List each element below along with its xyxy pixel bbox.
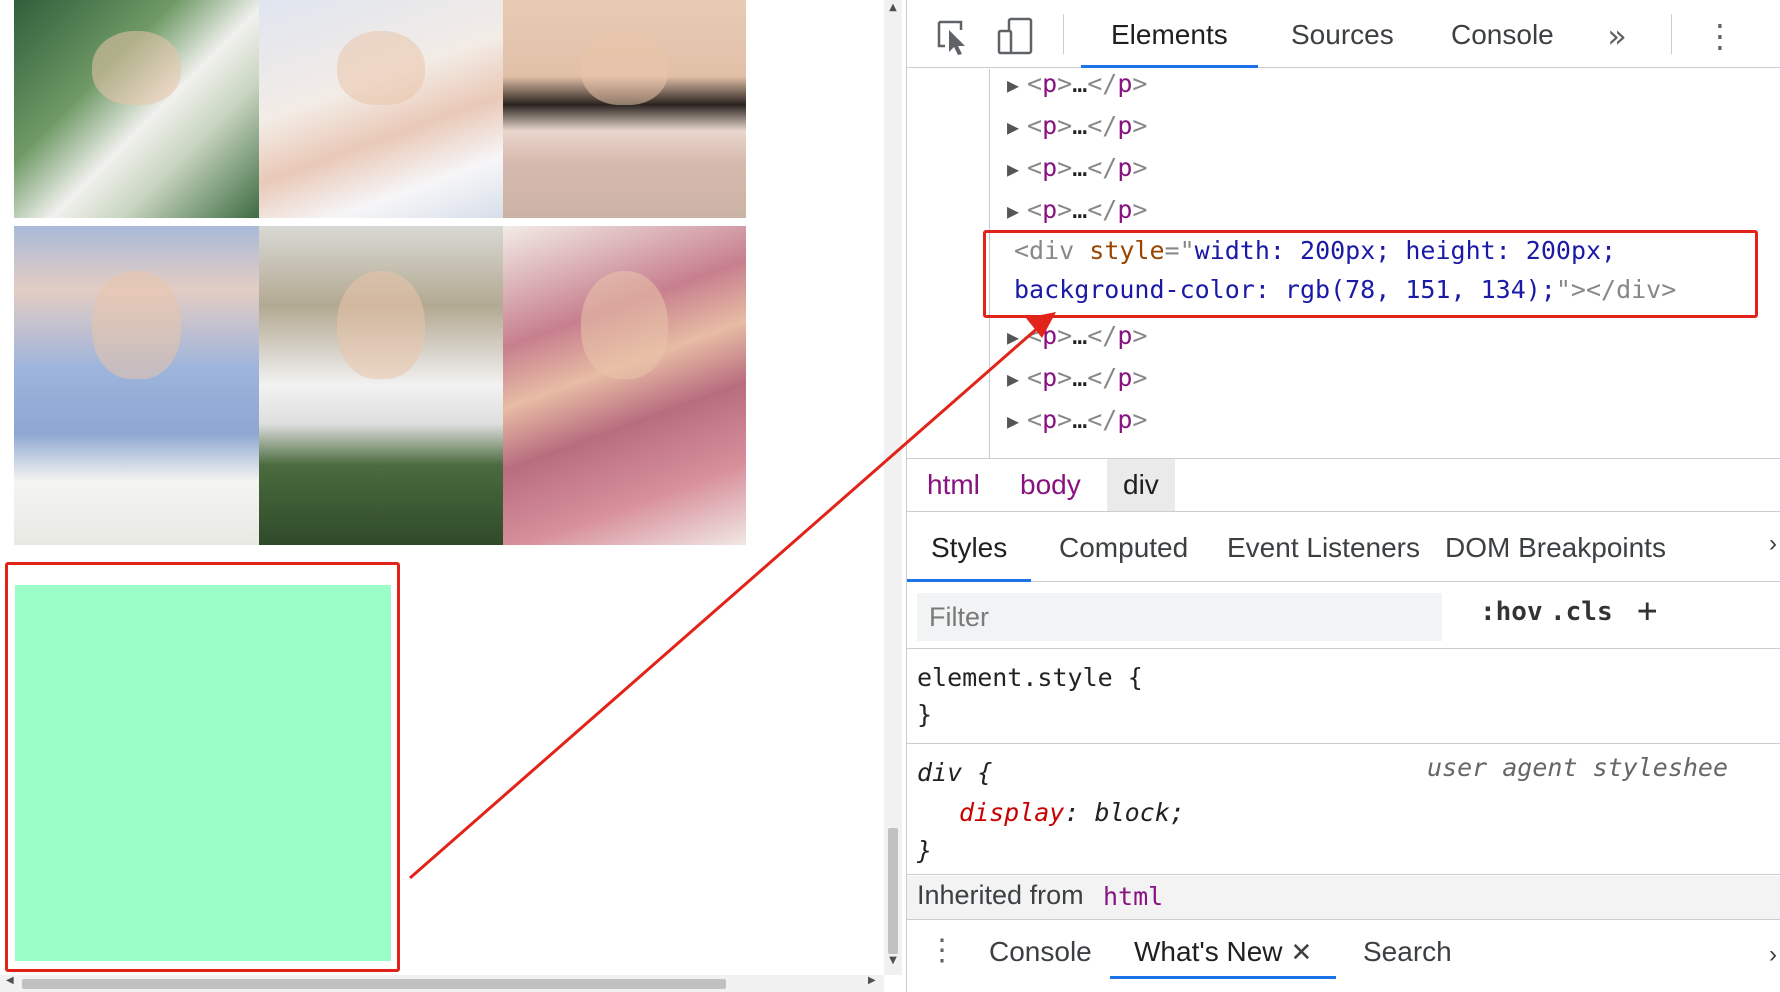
css-property-name[interactable]: display: [959, 798, 1064, 827]
div-user-agent-rule[interactable]: div { user agent styleshee display: bloc…: [907, 745, 1780, 875]
vertical-dots-icon[interactable]: ⋮: [1700, 16, 1740, 56]
drawer-tab-console[interactable]: Console: [965, 929, 1116, 979]
tab-dom-breakpoints[interactable]: DOM Breakpoints: [1421, 520, 1690, 582]
photo-3: [503, 0, 746, 218]
drawer-tab-search[interactable]: Search: [1339, 929, 1476, 979]
tree-node-p[interactable]: ▶ <p>…</p>: [1007, 105, 1147, 147]
rule-selector: element.style {: [917, 663, 1143, 692]
highlight-outline: [983, 230, 1758, 318]
photo-1: [14, 0, 259, 218]
scrollbar-thumb[interactable]: [888, 828, 898, 954]
tree-node-p[interactable]: ▶ <p>…</p>: [1007, 189, 1147, 231]
tree-node-p[interactable]: ▶ <p>…</p>: [1007, 147, 1147, 189]
scrollbar-thumb[interactable]: [22, 979, 726, 989]
filter-input[interactable]: [917, 593, 1442, 641]
devtools-drawer: ⋮ Console What's New ✕ Search ›: [907, 921, 1780, 992]
close-icon[interactable]: ✕: [1291, 937, 1313, 967]
page-vertical-scrollbar[interactable]: ▲ ▼: [884, 0, 902, 975]
photo-2: [259, 0, 503, 218]
rule-close-brace: }: [917, 836, 933, 865]
devtools-toolbar: Elements Sources Console » ⋮: [907, 0, 1780, 68]
drawer-tab-whats-new[interactable]: What's New ✕: [1110, 929, 1337, 979]
tab-styles[interactable]: Styles: [907, 520, 1032, 582]
scroll-down-icon[interactable]: ▼: [884, 955, 902, 966]
tab-computed[interactable]: Computed: [1035, 520, 1212, 582]
scroll-up-icon[interactable]: ▲: [884, 2, 902, 13]
inherited-label: Inherited from: [917, 880, 1084, 910]
photo-5: [259, 226, 503, 545]
chevron-right-icon[interactable]: ›: [1769, 530, 1777, 558]
tree-node-p[interactable]: ▶ <p>…</p>: [1007, 315, 1147, 357]
tree-node-p[interactable]: ▶ <p>…</p>: [1007, 357, 1147, 399]
tab-sources[interactable]: Sources: [1261, 14, 1424, 68]
cursor-arrow-icon[interactable]: [931, 16, 971, 56]
photo-6: [503, 226, 746, 545]
element-style-rule[interactable]: element.style { }: [907, 650, 1780, 744]
device-toggle-icon[interactable]: [995, 16, 1035, 56]
expand-triangle-icon[interactable]: ▶: [1007, 148, 1027, 190]
elements-tree: ▶ <p>…</p> ▶ <p>…</p> ▶ <p>…</p> ▶ <p>…</p> …: [907, 69, 1780, 458]
hov-button[interactable]: :hov: [1480, 597, 1543, 627]
styles-filter-bar: :hov .cls +: [907, 583, 1780, 649]
inherited-tag-link[interactable]: html: [1103, 882, 1163, 911]
styles-subtabs: Styles Computed Event Listeners DOM Brea…: [907, 512, 1780, 582]
vertical-dots-icon[interactable]: ⋮: [927, 933, 957, 968]
tab-elements[interactable]: Elements: [1081, 14, 1258, 68]
highlight-outline: [5, 562, 400, 972]
toolbar-divider: [1063, 14, 1064, 54]
expand-triangle-icon[interactable]: ▶: [1007, 190, 1027, 232]
expand-triangle-icon[interactable]: ▶: [1007, 69, 1027, 106]
breadcrumb-body[interactable]: body: [1010, 459, 1091, 511]
page-viewport: [0, 0, 870, 992]
tab-console[interactable]: Console: [1421, 14, 1584, 68]
double-chevron-right-icon[interactable]: »: [1597, 16, 1637, 56]
css-property-value[interactable]: block;: [1094, 798, 1184, 827]
rule-close-brace: }: [917, 700, 933, 729]
inherited-from-row: Inherited from html: [907, 876, 1780, 920]
expand-triangle-icon[interactable]: ▶: [1007, 316, 1027, 358]
toolbar-divider: [1671, 14, 1672, 54]
photo-4: [14, 226, 259, 545]
expand-triangle-icon[interactable]: ▶: [1007, 358, 1027, 400]
breadcrumb-html[interactable]: html: [917, 459, 990, 511]
rule-selector: div {: [917, 758, 993, 787]
page-horizontal-scrollbar[interactable]: ◀ ▶: [0, 975, 884, 992]
scroll-left-icon[interactable]: ◀: [6, 975, 14, 986]
plus-icon[interactable]: +: [1637, 591, 1657, 631]
breadcrumb-div[interactable]: div: [1107, 459, 1175, 511]
tab-event-listeners[interactable]: Event Listeners: [1203, 520, 1444, 582]
chevron-right-icon[interactable]: ›: [1769, 941, 1777, 969]
tree-node-p[interactable]: ▶ <p>…</p>: [1007, 399, 1147, 441]
rule-source-label: user agent styleshee: [1427, 753, 1729, 782]
expand-triangle-icon[interactable]: ▶: [1007, 400, 1027, 442]
tree-node-p[interactable]: ▶ <p>…</p>: [1007, 69, 1147, 105]
devtools-panel: Elements Sources Console » ⋮ ▶ <p>…</p> ▶…: [906, 0, 1780, 992]
expand-triangle-icon[interactable]: ▶: [1007, 106, 1027, 148]
css-declaration[interactable]: display: block;: [959, 793, 1185, 833]
scroll-right-icon[interactable]: ▶: [868, 975, 876, 986]
breadcrumb: html body div: [907, 458, 1780, 512]
cls-button[interactable]: .cls: [1550, 597, 1613, 627]
